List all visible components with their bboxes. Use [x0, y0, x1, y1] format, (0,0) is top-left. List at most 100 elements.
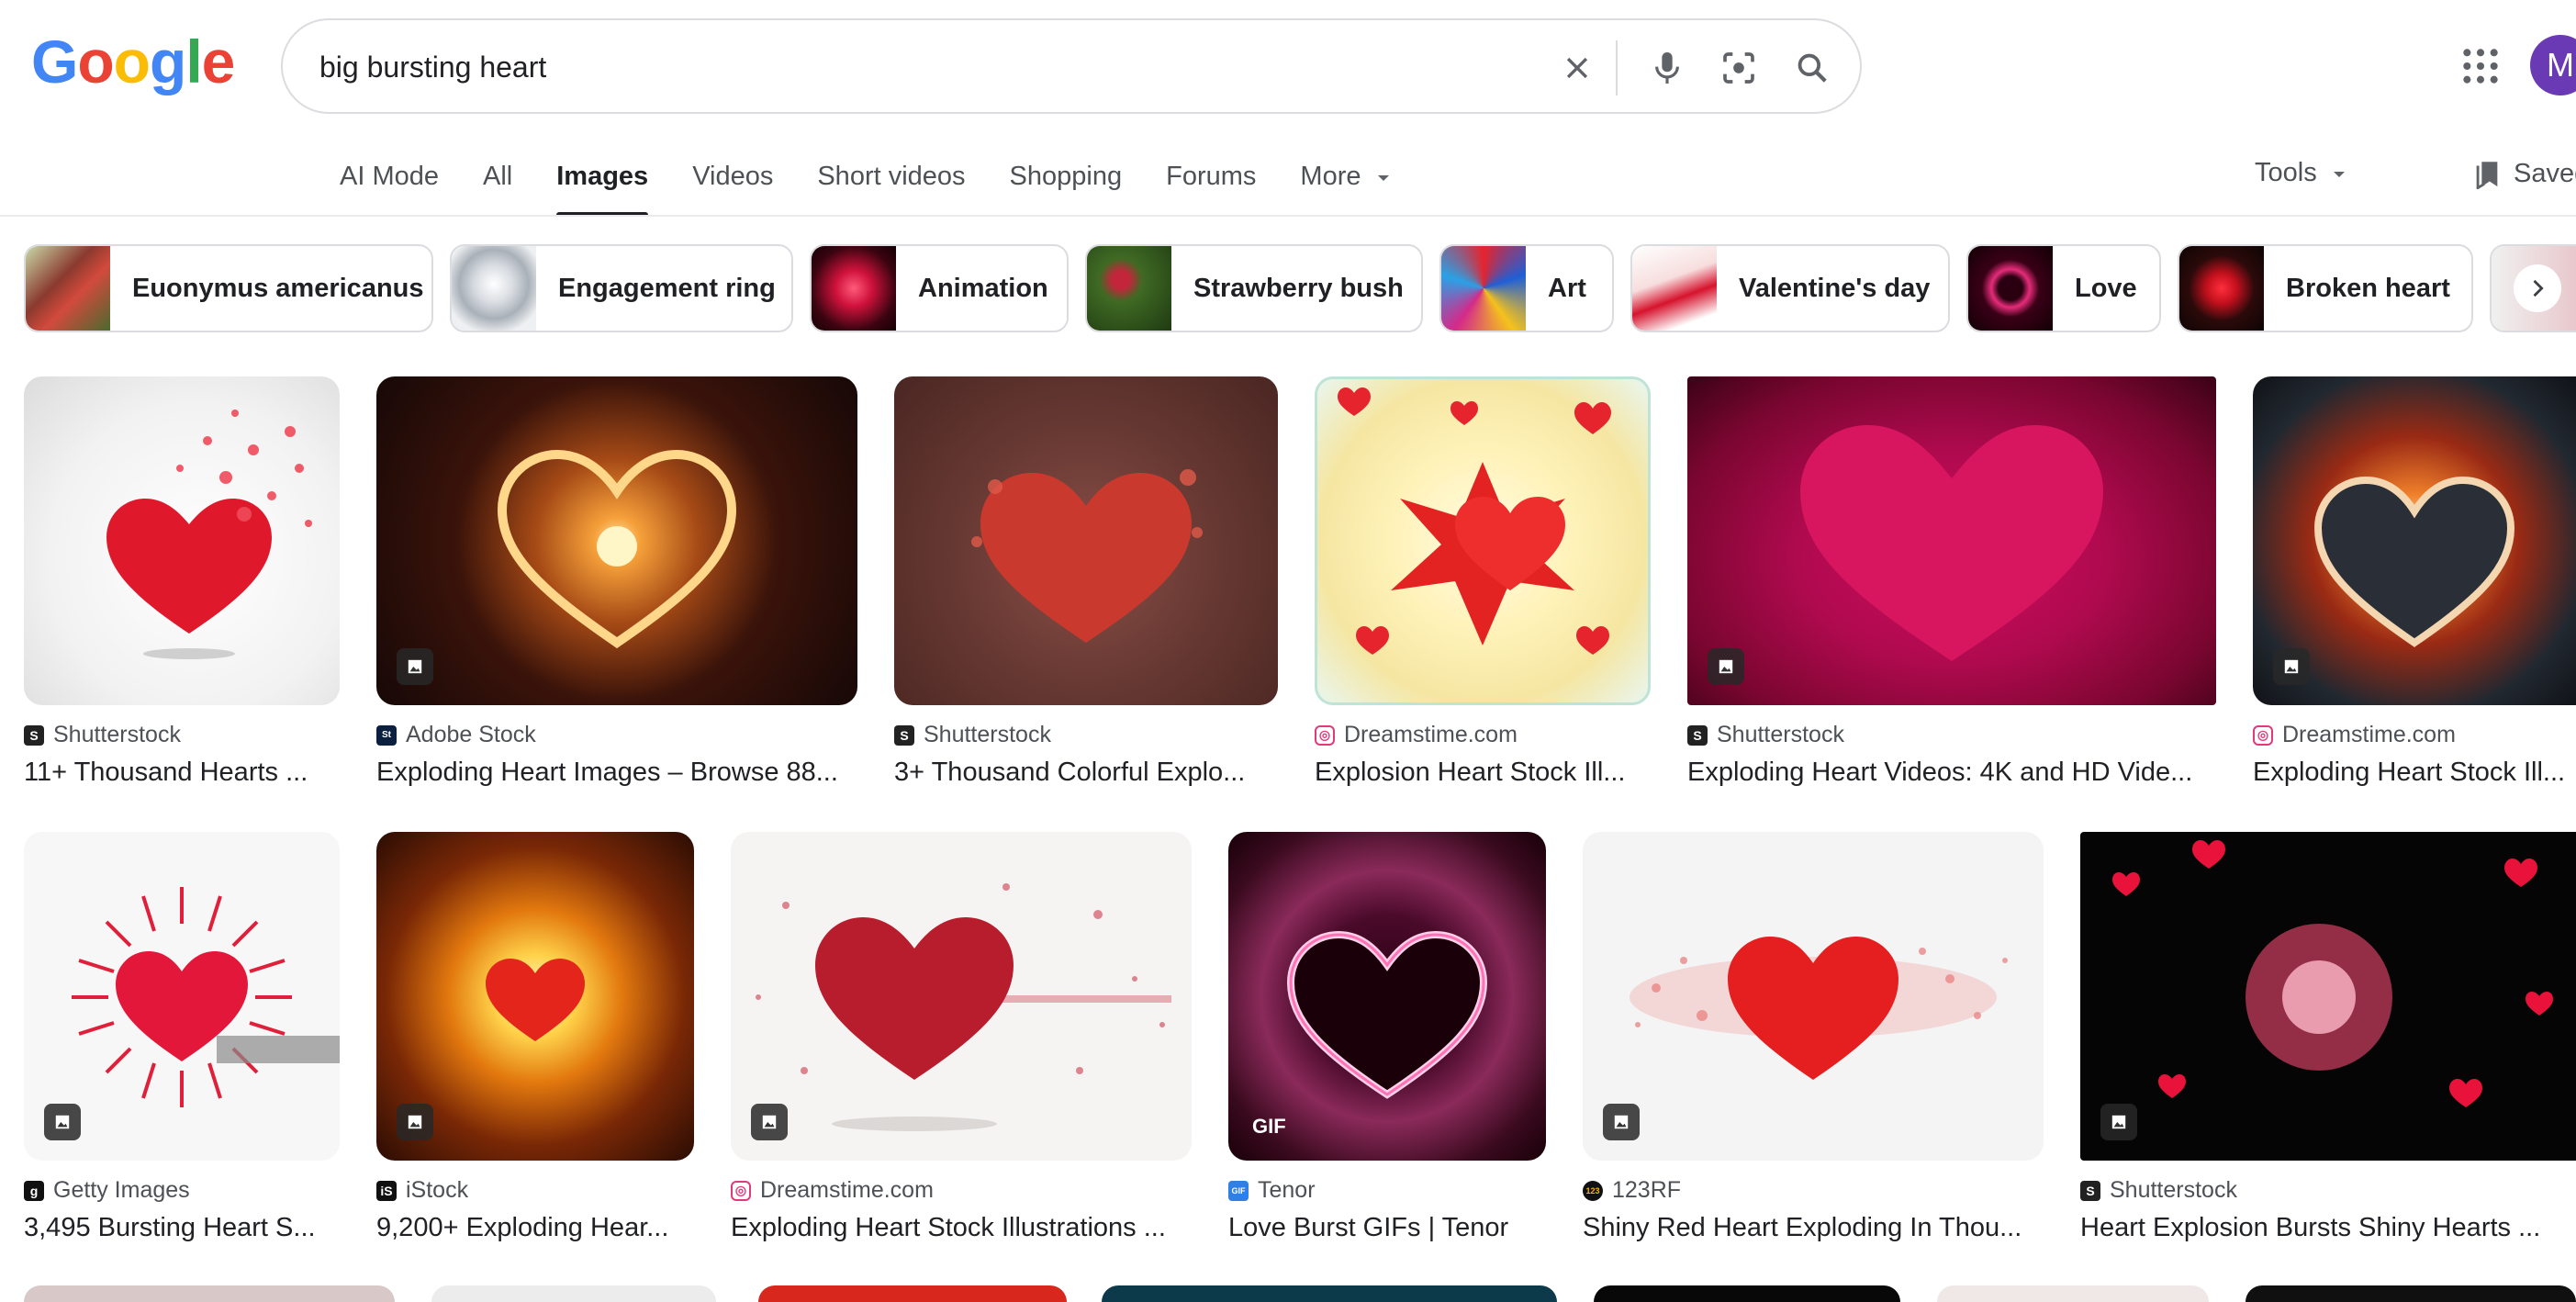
tab-all[interactable]: All — [461, 158, 534, 217]
result-source: ◎ Dreamstime.com — [731, 1177, 1192, 1204]
account-avatar[interactable]: M — [2530, 35, 2576, 95]
clear-icon[interactable] — [1555, 46, 1599, 90]
chip-broken-heart[interactable]: Broken heart — [2178, 244, 2473, 332]
more-label: More — [1300, 162, 1361, 191]
image-result[interactable]: S Shutterstock Exploding Heart Videos: 4K… — [1687, 376, 2216, 788]
chip-engagement-ring[interactable]: Engagement ring — [450, 244, 793, 332]
camera-lens-icon[interactable] — [1717, 46, 1761, 90]
result-thumbnail[interactable] — [1583, 832, 2044, 1161]
microphone-icon[interactable] — [1645, 46, 1689, 90]
result-thumbnail-peek[interactable] — [758, 1285, 1067, 1302]
result-title[interactable]: Explosion Heart Stock Ill... — [1315, 758, 1651, 788]
image-result[interactable]: ◎ Dreamstime.com Exploding Heart Stock Il… — [2253, 376, 2576, 788]
tab-ai-mode[interactable]: AI Mode — [318, 158, 461, 217]
image-result[interactable]: S Shutterstock Heart Explosion Bursts Shi… — [2080, 832, 2576, 1243]
heart-image — [1286, 930, 1488, 1099]
image-badge-icon — [44, 1104, 81, 1140]
result-thumbnail-peek[interactable] — [2246, 1285, 2576, 1302]
result-thumbnail[interactable] — [731, 832, 1192, 1161]
result-thumbnail[interactable] — [2253, 376, 2576, 705]
result-title[interactable]: 3+ Thousand Colorful Explo... — [894, 758, 1278, 788]
result-thumbnail[interactable] — [2080, 832, 2576, 1161]
image-result[interactable]: GIF GIF Tenor Love Burst GIFs | Tenor — [1228, 832, 1546, 1243]
image-result[interactable]: St Adobe Stock Exploding Heart Images – B… — [376, 376, 857, 788]
chip-valentines-day[interactable]: Valentine's day — [1630, 244, 1950, 332]
result-thumbnail-peek[interactable] — [1102, 1285, 1557, 1302]
chip-label: Valentine's day — [1739, 273, 1931, 303]
result-source: GIF Tenor — [1228, 1177, 1546, 1204]
chip-label: Animation — [918, 273, 1048, 303]
tools-button[interactable]: Tools — [2255, 158, 2348, 188]
image-result[interactable]: S Shutterstock 11+ Thousand Hearts ... — [24, 376, 340, 788]
result-thumbnail[interactable] — [24, 376, 340, 705]
tab-videos[interactable]: Videos — [670, 158, 795, 217]
heart-image — [2112, 840, 2553, 1107]
saved-button[interactable]: Saved — [2473, 158, 2576, 189]
bookmark-icon — [2476, 162, 2498, 189]
image-badge-icon — [1708, 648, 1744, 685]
result-title[interactable]: 11+ Thousand Hearts ... — [24, 758, 340, 788]
result-thumbnail[interactable] — [376, 832, 694, 1161]
heart-image — [756, 883, 1171, 1131]
tab-shopping[interactable]: Shopping — [988, 158, 1145, 217]
getty-images-favicon: g — [24, 1180, 44, 1201]
result-thumbnail[interactable] — [24, 832, 340, 1161]
result-title[interactable]: Love Burst GIFs | Tenor — [1228, 1213, 1546, 1243]
chip-label: Broken heart — [2286, 273, 2450, 303]
chip-love[interactable]: Love — [1966, 244, 2161, 332]
result-thumbnail[interactable] — [1315, 376, 1651, 705]
result-thumbnail-peek[interactable] — [1594, 1285, 1900, 1302]
tab-short-videos[interactable]: Short videos — [795, 158, 987, 217]
chip-art[interactable]: Art — [1439, 244, 1614, 332]
result-title[interactable]: 3,495 Bursting Heart S... — [24, 1213, 340, 1243]
logo-letter: o — [77, 28, 114, 95]
result-source: St Adobe Stock — [376, 722, 857, 748]
search-tabs: AI Mode All Images Videos Short videos S… — [318, 158, 1415, 217]
chips-next-button[interactable] — [2514, 264, 2561, 312]
search-icon[interactable] — [1790, 46, 1834, 90]
result-source: S Shutterstock — [894, 722, 1278, 748]
chip-euonymus-americanus[interactable]: Euonymus americanus — [24, 244, 433, 332]
image-result[interactable]: ◎ Dreamstime.com Explosion Heart Stock Il… — [1315, 376, 1651, 788]
tenor-favicon: GIF — [1228, 1180, 1249, 1201]
chip-label: Engagement ring — [558, 273, 776, 303]
chip-thumbnail — [1441, 246, 1526, 331]
tab-images[interactable]: Images — [534, 158, 670, 217]
result-title[interactable]: Exploding Heart Stock Ill... — [2253, 758, 2576, 788]
search-input[interactable] — [319, 42, 1513, 92]
logo-letter: g — [150, 28, 186, 95]
result-title[interactable]: Exploding Heart Images – Browse 88... — [376, 758, 857, 788]
image-result[interactable]: g Getty Images 3,495 Bursting Heart S... — [24, 832, 340, 1243]
result-title[interactable]: Heart Explosion Bursts Shiny Hearts ... — [2080, 1213, 2576, 1243]
tab-forums[interactable]: Forums — [1144, 158, 1278, 217]
result-thumbnail[interactable]: GIF — [1228, 832, 1546, 1161]
result-source-name: Dreamstime.com — [2282, 722, 2456, 747]
result-title[interactable]: 9,200+ Exploding Hear... — [376, 1213, 694, 1243]
image-result[interactable]: ◎ Dreamstime.com Exploding Heart Stock Il… — [731, 832, 1192, 1243]
result-source-name: 123RF — [1612, 1177, 1682, 1203]
tab-more[interactable]: More — [1278, 158, 1414, 217]
image-result[interactable]: S Shutterstock 3+ Thousand Colorful Explo… — [894, 376, 1278, 788]
result-title[interactable]: Exploding Heart Videos: 4K and HD Vide..… — [1687, 758, 2216, 788]
chip-animation[interactable]: Animation — [810, 244, 1069, 332]
image-result[interactable]: 123 123RF Shiny Red Heart Exploding In Th… — [1583, 832, 2044, 1243]
apps-grid-icon[interactable] — [2460, 46, 2501, 86]
image-result[interactable]: iS iStock 9,200+ Exploding Hear... — [376, 832, 694, 1243]
chip-strawberry-bush[interactable]: Strawberry bush — [1085, 244, 1423, 332]
result-thumbnail-peek[interactable] — [1937, 1285, 2209, 1302]
result-thumbnail[interactable] — [894, 376, 1278, 705]
result-title[interactable]: Shiny Red Heart Exploding In Thou... — [1583, 1213, 2044, 1243]
result-thumbnail-peek[interactable] — [24, 1285, 395, 1302]
result-thumbnail[interactable] — [376, 376, 857, 705]
google-logo[interactable]: Google — [31, 28, 235, 95]
result-title[interactable]: Exploding Heart Stock Illustrations ... — [731, 1213, 1192, 1243]
result-thumbnail[interactable] — [1687, 376, 2216, 705]
heart-image — [106, 410, 312, 659]
chip-label: Art — [1548, 273, 1586, 303]
result-source-name: iStock — [406, 1177, 469, 1203]
caret-down-icon — [2333, 172, 2345, 178]
result-thumbnail-peek[interactable] — [431, 1285, 716, 1302]
search-box — [281, 18, 1862, 114]
chip-label: Euonymus americanus — [132, 273, 424, 303]
saved-label: Saved — [2514, 158, 2576, 188]
